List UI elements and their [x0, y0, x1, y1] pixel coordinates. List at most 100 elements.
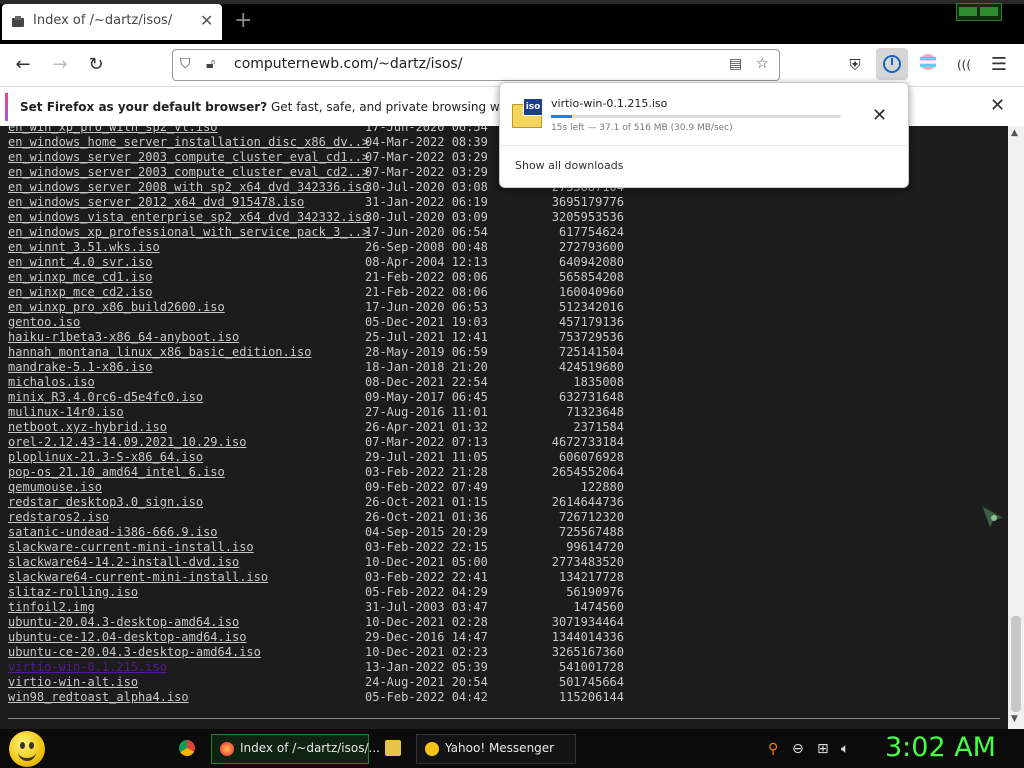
- extension-icon[interactable]: (((: [952, 53, 976, 77]
- file-link[interactable]: en_windows_server_2008_with_sp2_x64_dvd_…: [8, 180, 369, 194]
- file-link[interactable]: ubuntu-ce-12.04-desktop-amd64.iso: [8, 630, 246, 644]
- url-bar[interactable]: ⛉ 🔓︎ computernewb.com/~dartz/isos/ ▤ ☆: [172, 49, 780, 81]
- bookmark-star-icon[interactable]: ☆: [756, 56, 769, 72]
- file-link[interactable]: en_win_xp_pro_with_sp2_vl.iso: [8, 126, 218, 134]
- notification-accent: [5, 93, 8, 121]
- file-link[interactable]: qemumouse.iso: [8, 480, 102, 494]
- file-size: 3265167360: [551, 645, 624, 659]
- file-link[interactable]: pop-os_21.10_amd64_intel_6.iso: [8, 465, 225, 479]
- file-size: 640942080: [558, 255, 624, 269]
- network-icon[interactable]: ⊞: [817, 741, 829, 757]
- file-link[interactable]: hannah_montana_linux_x86_basic_edition.i…: [8, 345, 311, 359]
- file-link[interactable]: ubuntu-20.04.3-desktop-amd64.iso: [8, 615, 239, 629]
- file-date: 29-Dec-2016 14:47: [365, 630, 488, 644]
- file-date: 27-Aug-2016 11:01: [365, 405, 488, 419]
- download-progress-fill: [551, 115, 572, 118]
- page-scrollbar[interactable]: ▲ ▼: [1008, 126, 1024, 729]
- file-link[interactable]: en_windows_xp_professional_with_service_…: [8, 225, 369, 239]
- back-arrow-icon[interactable]: ←: [11, 53, 35, 77]
- file-date: 10-Dec-2021 05:00: [365, 555, 488, 569]
- file-link[interactable]: mulinux-14r0.iso: [8, 405, 124, 419]
- file-link[interactable]: en_windows_home_server_installation_disc…: [8, 135, 369, 149]
- file-date: 25-Jul-2021 12:41: [365, 330, 488, 344]
- file-link[interactable]: slackware-current-mini-install.iso: [8, 540, 254, 554]
- tab-close-icon[interactable]: ✕: [200, 11, 213, 30]
- downloads-button[interactable]: [876, 48, 908, 80]
- file-link[interactable]: en_winxp_mce_cd1.iso: [8, 270, 153, 284]
- cancel-download-icon[interactable]: ✕: [872, 105, 887, 126]
- file-link[interactable]: en_winnt_3.51.wks.iso: [8, 240, 160, 254]
- file-link[interactable]: minix_R3.4.0rc6-d5e4fc0.iso: [8, 390, 203, 404]
- lock-icon[interactable]: 🔓︎: [206, 56, 215, 72]
- menu-icon[interactable]: ☰: [987, 53, 1011, 77]
- file-link[interactable]: virtio-win-0.1.215.iso: [8, 660, 167, 674]
- panel-separator: [500, 145, 908, 146]
- browser-tab[interactable]: Index of /~dartz/isos/ ✕: [2, 4, 222, 40]
- file-size: 512342016: [558, 300, 624, 314]
- window-control-left[interactable]: [959, 7, 977, 16]
- account-icon[interactable]: [916, 53, 940, 77]
- file-link[interactable]: en_winxp_mce_cd2.iso: [8, 285, 153, 299]
- file-link[interactable]: orel-2.12.43-14.09.2021_10.29.iso: [8, 435, 246, 449]
- file-size: 606076928: [558, 450, 624, 464]
- file-link[interactable]: en_winnt_4.0_svr.iso: [8, 255, 153, 269]
- file-size: 617754624: [558, 225, 624, 239]
- notification-close-icon[interactable]: ✕: [990, 95, 1005, 116]
- site-favicon-icon: [12, 16, 24, 27]
- show-all-downloads-button[interactable]: Show all downloads: [515, 159, 623, 172]
- file-link[interactable]: tinfoil2.img: [8, 600, 95, 614]
- taskbar-item-yahoo-messenger[interactable]: Yahoo! Messenger: [416, 734, 576, 764]
- file-date: 17-Jun-2020 06:54: [365, 126, 488, 134]
- url-text[interactable]: computernewb.com/~dartz/isos/: [234, 56, 462, 72]
- smiley-eye-right: [29, 742, 34, 749]
- file-link[interactable]: redstaros2.iso: [8, 510, 109, 524]
- file-link[interactable]: en_windows_server_2003_compute_cluster_e…: [8, 165, 369, 179]
- file-link[interactable]: slackware64-current-mini-install.iso: [8, 570, 268, 584]
- file-date: 09-Feb-2022 07:49: [365, 480, 488, 494]
- file-link[interactable]: netboot.xyz-hybrid.iso: [8, 420, 167, 434]
- file-size: 541001728: [558, 660, 624, 674]
- file-link[interactable]: mandrake-5.1-x86.iso: [8, 360, 153, 374]
- file-link[interactable]: en_winxp_pro_x86_build2600.iso: [8, 300, 225, 314]
- chrome-icon[interactable]: [179, 740, 195, 756]
- file-link[interactable]: ploplinux-21.3-S-x86_64.iso: [8, 450, 203, 464]
- scroll-down-icon[interactable]: ▼: [1011, 714, 1018, 724]
- search-icon[interactable]: ⚲: [768, 741, 778, 757]
- shield-icon[interactable]: ⛉: [180, 56, 191, 72]
- file-link[interactable]: en_windows_vista_enterprise_sp2_x64_dvd_…: [8, 210, 369, 224]
- download-filename[interactable]: virtio-win-0.1.215.iso: [551, 97, 667, 110]
- file-link[interactable]: win98_redtoast_alpha4.iso: [8, 690, 189, 704]
- file-link[interactable]: en_windows_server_2003_compute_cluster_e…: [8, 150, 369, 164]
- forward-arrow-icon[interactable]: →: [48, 53, 72, 77]
- file-link[interactable]: satanic-undead-i386-666.9.iso: [8, 525, 218, 539]
- file-date: 07-Mar-2022 07:13: [365, 435, 488, 449]
- reader-view-icon[interactable]: ▤: [729, 56, 742, 72]
- file-link[interactable]: redstar_desktop3.0_sign.iso: [8, 495, 203, 509]
- reload-icon[interactable]: ↻: [84, 53, 108, 77]
- file-link[interactable]: en_windows_server_2012_x64_dvd_915478.is…: [8, 195, 304, 209]
- download-status: 15s left — 37.1 of 516 MB (30.9 MB/sec): [551, 123, 733, 133]
- file-link[interactable]: ubuntu-ce-20.04.3-desktop-amd64.iso: [8, 645, 261, 659]
- file-link[interactable]: haiku-r1beta3-x86_64-anyboot.iso: [8, 330, 239, 344]
- file-size: 115206144: [558, 690, 624, 704]
- file-link[interactable]: slitaz-rolling.iso: [8, 585, 138, 599]
- scroll-up-icon[interactable]: ▲: [1011, 128, 1018, 138]
- volume-icon[interactable]: 🔈︎: [841, 741, 849, 757]
- scrollbar-thumb[interactable]: [1011, 616, 1021, 712]
- file-link[interactable]: slackware64-14.2-install-dvd.iso: [8, 555, 239, 569]
- folder-icon[interactable]: [385, 740, 401, 756]
- window-control-right[interactable]: [980, 7, 998, 16]
- window-controls[interactable]: [956, 3, 1002, 21]
- file-link[interactable]: michalos.iso: [8, 375, 95, 389]
- pocket-icon[interactable]: ⛨: [843, 53, 867, 77]
- start-smiley-icon[interactable]: [9, 731, 45, 767]
- file-link[interactable]: gentoo.iso: [8, 315, 80, 329]
- file-link[interactable]: virtio-win-alt.iso: [8, 675, 138, 689]
- new-tab-button[interactable]: +: [234, 8, 252, 33]
- taskbar-item-firefox[interactable]: Index of /~dartz/isos/...: [211, 734, 380, 764]
- taskbar-clock[interactable]: 3:02 AM: [885, 732, 996, 763]
- notification-text: Get fast, safe, and private browsing whe…: [271, 100, 500, 114]
- file-date: 21-Feb-2022 08:06: [365, 285, 488, 299]
- status-icon[interactable]: ⊖: [792, 741, 804, 757]
- file-date: 10-Dec-2021 02:23: [365, 645, 488, 659]
